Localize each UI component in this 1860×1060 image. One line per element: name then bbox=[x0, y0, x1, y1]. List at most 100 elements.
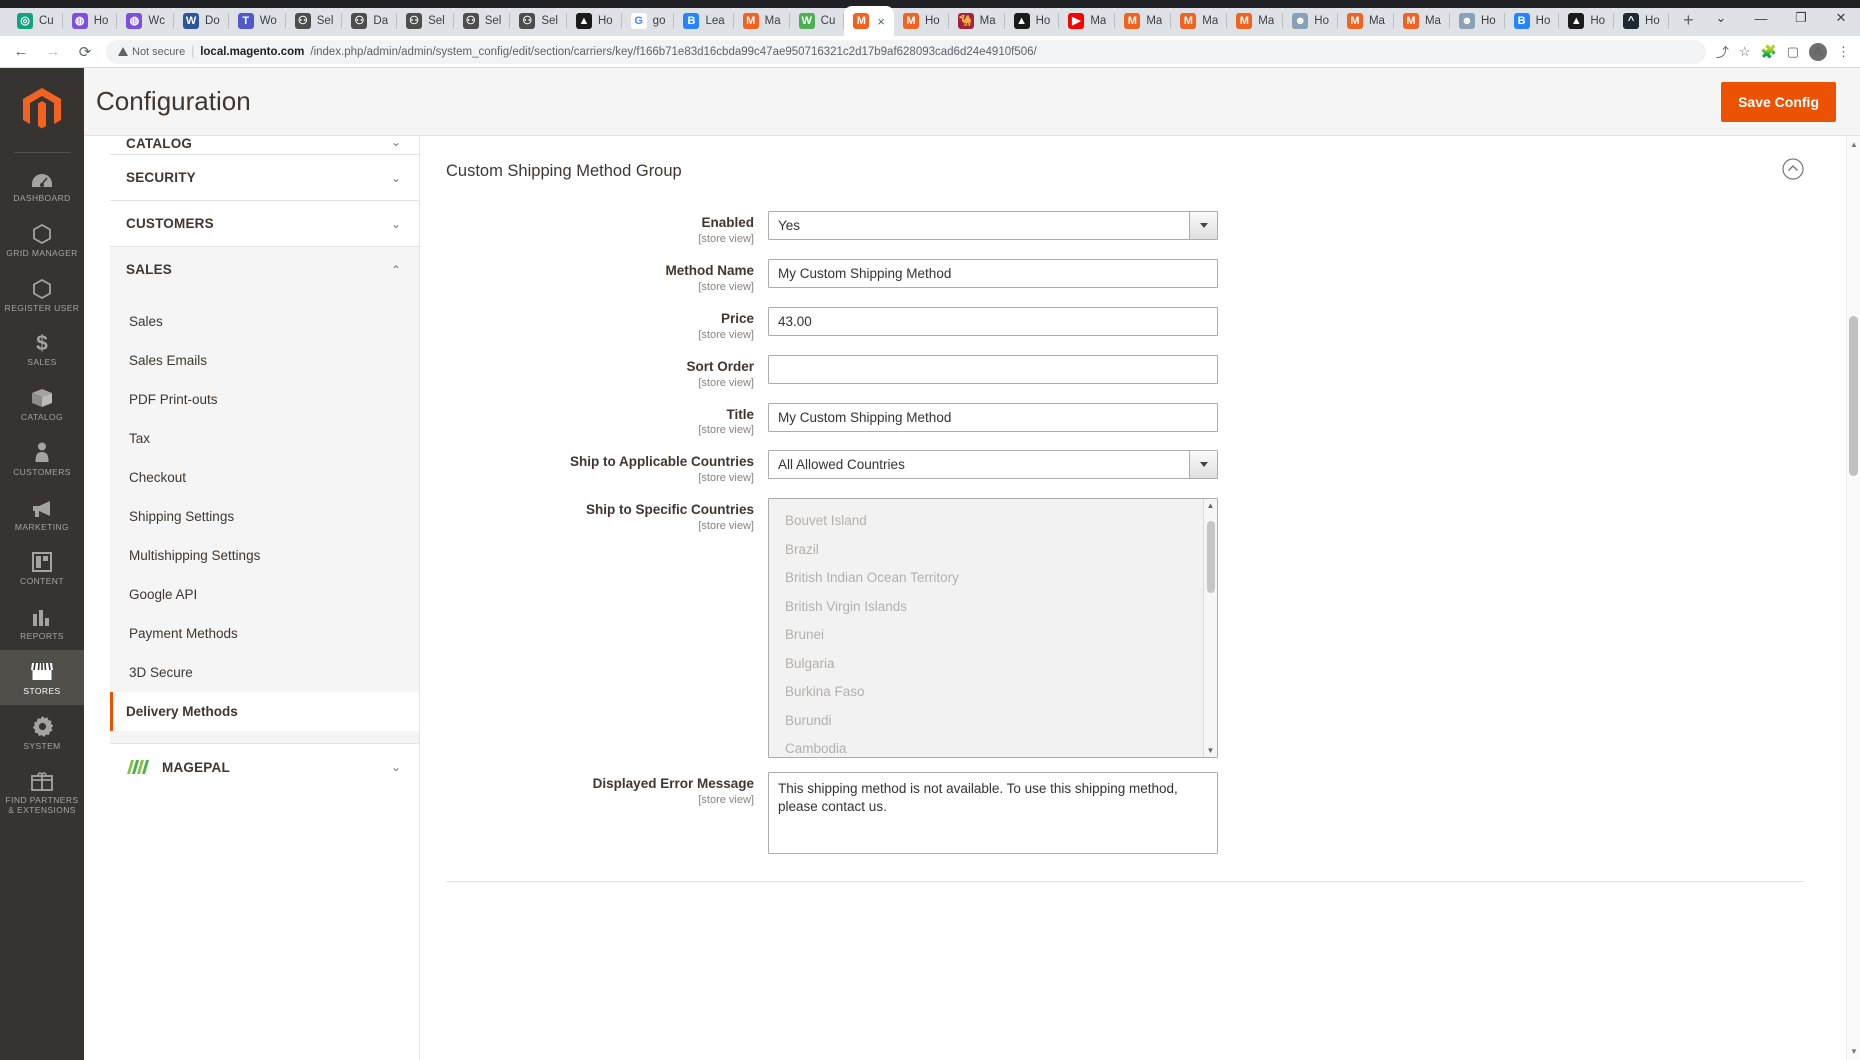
browser-tab[interactable]: 🐪 Ma bbox=[949, 6, 1005, 36]
config-subitem-sales[interactable]: Sales bbox=[110, 302, 419, 341]
browser-tab[interactable]: ◍ Ho bbox=[63, 6, 118, 36]
admin-nav-item-reports[interactable]: REPORTS bbox=[0, 595, 84, 650]
browser-tab[interactable]: ◎ Cu bbox=[8, 6, 63, 36]
extensions-puzzle-icon[interactable]: 🧩 bbox=[1761, 44, 1777, 60]
collapse-chevron-icon[interactable] bbox=[1782, 158, 1804, 185]
browser-tab[interactable]: ▲ Ho bbox=[567, 6, 622, 36]
side-panel-icon[interactable]: ▢ bbox=[1787, 44, 1799, 60]
config-section-sales[interactable]: SALES ⌃ bbox=[110, 246, 419, 292]
admin-nav-item-dashboard[interactable]: DASHBOARD bbox=[0, 157, 84, 212]
error-message-textarea[interactable]: This shipping method is not available. T… bbox=[768, 772, 1218, 855]
browser-tab[interactable]: ☻ Ho bbox=[1283, 6, 1338, 36]
admin-nav-item-find-partners-extensions[interactable]: FIND PARTNERS & EXTENSIONS bbox=[0, 759, 84, 824]
browser-tab[interactable]: W Do bbox=[174, 6, 229, 36]
browser-tab[interactable]: ⚇ Da bbox=[342, 6, 398, 36]
forward-button[interactable]: → bbox=[42, 43, 64, 60]
admin-nav-item-marketing[interactable]: MARKETING bbox=[0, 486, 84, 541]
save-config-button[interactable]: Save Config bbox=[1721, 81, 1836, 122]
country-option[interactable]: British Indian Ocean Territory bbox=[769, 564, 1217, 593]
browser-menu-icon[interactable]: ⋮ bbox=[1837, 44, 1850, 60]
browser-tab[interactable]: ⚇ Sel bbox=[510, 6, 567, 36]
admin-nav-item-customers[interactable]: CUSTOMERS bbox=[0, 431, 84, 486]
country-option[interactable]: Cambodia bbox=[769, 735, 1217, 757]
browser-tab[interactable]: Ggo bbox=[622, 6, 675, 36]
tab-search-button[interactable]: ⌄ bbox=[1702, 4, 1740, 32]
ship-specific-multiselect[interactable]: Bouvet Island Brazil British Indian Ocean … bbox=[768, 498, 1218, 759]
maximize-button[interactable]: ❐ bbox=[1782, 4, 1820, 32]
browser-tab[interactable]: ▲ Ho bbox=[1005, 6, 1060, 36]
admin-nav-item-system[interactable]: SYSTEM bbox=[0, 705, 84, 760]
country-option[interactable]: Bouvet Island bbox=[769, 507, 1217, 536]
sort-order-input[interactable] bbox=[768, 354, 1218, 384]
browser-tab[interactable]: M Ma bbox=[1394, 6, 1450, 36]
config-subitem-sales-emails[interactable]: Sales Emails bbox=[110, 341, 419, 380]
country-option[interactable]: British Virgin Islands bbox=[769, 593, 1217, 622]
browser-tab[interactable]: B Ho bbox=[1505, 6, 1560, 36]
config-subitem-payment-methods[interactable]: Payment Methods bbox=[110, 614, 419, 653]
browser-tab[interactable]: ^ Ho bbox=[1614, 6, 1669, 36]
browser-tab[interactable]: W Cu bbox=[790, 6, 845, 36]
config-subitem-tax[interactable]: Tax bbox=[110, 419, 419, 458]
browser-tab[interactable]: ▶ Ma bbox=[1059, 6, 1116, 36]
browser-tab[interactable]: M × bbox=[844, 6, 894, 36]
scroll-up-icon[interactable]: ▲ bbox=[1207, 499, 1215, 512]
scrollbar-thumb[interactable] bbox=[1207, 521, 1215, 594]
config-subitem-google-api[interactable]: Google API bbox=[110, 575, 419, 614]
admin-nav-item-sales[interactable]: $ SALES bbox=[0, 321, 84, 376]
browser-tab[interactable]: T Wo bbox=[229, 6, 286, 36]
profile-avatar[interactable]: A bbox=[1809, 42, 1827, 61]
config-subitem-delivery-methods[interactable]: Delivery Methods bbox=[110, 692, 419, 731]
browser-tab[interactable]: ⚇ Sel bbox=[286, 6, 343, 36]
browser-tab[interactable]: B Lea bbox=[674, 6, 734, 36]
country-option[interactable]: Burundi bbox=[769, 707, 1217, 736]
page-scrollbar[interactable]: ▲ ▼ bbox=[1846, 136, 1860, 1060]
title-input[interactable] bbox=[768, 402, 1218, 432]
admin-nav-item-content[interactable]: CONTENT bbox=[0, 540, 84, 595]
admin-nav-item-catalog[interactable]: CATALOG bbox=[0, 376, 84, 431]
admin-nav-item-grid-manager[interactable]: GRID MANAGER bbox=[0, 212, 84, 267]
multiselect-scrollbar[interactable]: ▲ ▼ bbox=[1203, 499, 1217, 758]
country-option[interactable]: Brazil bbox=[769, 536, 1217, 565]
browser-tab[interactable]: ⚇ Sel bbox=[454, 6, 511, 36]
browser-tab[interactable]: ☻ Ho bbox=[1450, 6, 1505, 36]
minimize-button[interactable]: — bbox=[1742, 4, 1780, 32]
country-option[interactable]: Brunei bbox=[769, 621, 1217, 650]
security-indicator[interactable]: Not secure bbox=[118, 46, 185, 58]
bookmark-star-icon[interactable]: ☆ bbox=[1739, 44, 1751, 60]
config-subitem-3d-secure[interactable]: 3D Secure bbox=[110, 653, 419, 692]
config-subitem-pdf-print-outs[interactable]: PDF Print-outs bbox=[110, 380, 419, 419]
admin-nav-item-stores[interactable]: STORES bbox=[0, 649, 84, 705]
config-subitem-checkout[interactable]: Checkout bbox=[110, 458, 419, 497]
browser-tab[interactable]: M Ho bbox=[894, 6, 949, 36]
browser-tab[interactable]: M Ma bbox=[734, 6, 790, 36]
scroll-down-icon[interactable]: ▼ bbox=[1850, 1047, 1858, 1056]
browser-tab[interactable]: M Ma bbox=[1171, 6, 1228, 36]
browser-tab[interactable]: M Ma bbox=[1338, 6, 1394, 36]
browser-tab[interactable]: M Ma bbox=[1227, 6, 1284, 36]
browser-tab[interactable]: ◍ Wc bbox=[117, 6, 175, 36]
config-subitem-multishipping-settings[interactable]: Multishipping Settings bbox=[110, 536, 419, 575]
close-window-button[interactable]: ✕ bbox=[1822, 4, 1860, 32]
back-button[interactable]: ← bbox=[10, 43, 32, 60]
browser-tab[interactable]: ▲ Ho bbox=[1559, 6, 1615, 36]
config-subitem-shipping-settings[interactable]: Shipping Settings bbox=[110, 497, 419, 536]
scroll-down-icon[interactable]: ▼ bbox=[1207, 744, 1215, 757]
address-bar[interactable]: Not secure | local.magento.com/index.php… bbox=[106, 39, 1706, 64]
config-section-catalog[interactable]: CATALOG ⌄ bbox=[110, 136, 419, 154]
country-option[interactable]: Burkina Faso bbox=[769, 678, 1217, 707]
admin-nav-item-register-user[interactable]: REGISTER USER bbox=[0, 267, 84, 322]
enabled-select[interactable]: Yes bbox=[768, 211, 1218, 240]
close-tab-icon[interactable]: × bbox=[877, 14, 885, 29]
reload-button[interactable]: ⟳ bbox=[74, 43, 96, 61]
price-input[interactable] bbox=[768, 306, 1218, 336]
config-section-security[interactable]: SECURITY ⌄ bbox=[110, 154, 419, 200]
ship-applicable-select[interactable]: All Allowed Countries bbox=[768, 450, 1218, 480]
browser-tab[interactable]: M Ma bbox=[1115, 6, 1172, 36]
page-scrollbar-thumb[interactable] bbox=[1849, 316, 1858, 476]
share-icon[interactable]: ⤴ bbox=[1716, 42, 1729, 61]
scroll-up-icon[interactable]: ▲ bbox=[1850, 140, 1858, 149]
browser-tab[interactable]: ⚇ Sel bbox=[397, 6, 454, 36]
country-option[interactable]: Bulgaria bbox=[769, 650, 1217, 679]
method-name-input[interactable] bbox=[768, 258, 1218, 288]
new-tab-button[interactable]: + bbox=[1675, 6, 1702, 34]
